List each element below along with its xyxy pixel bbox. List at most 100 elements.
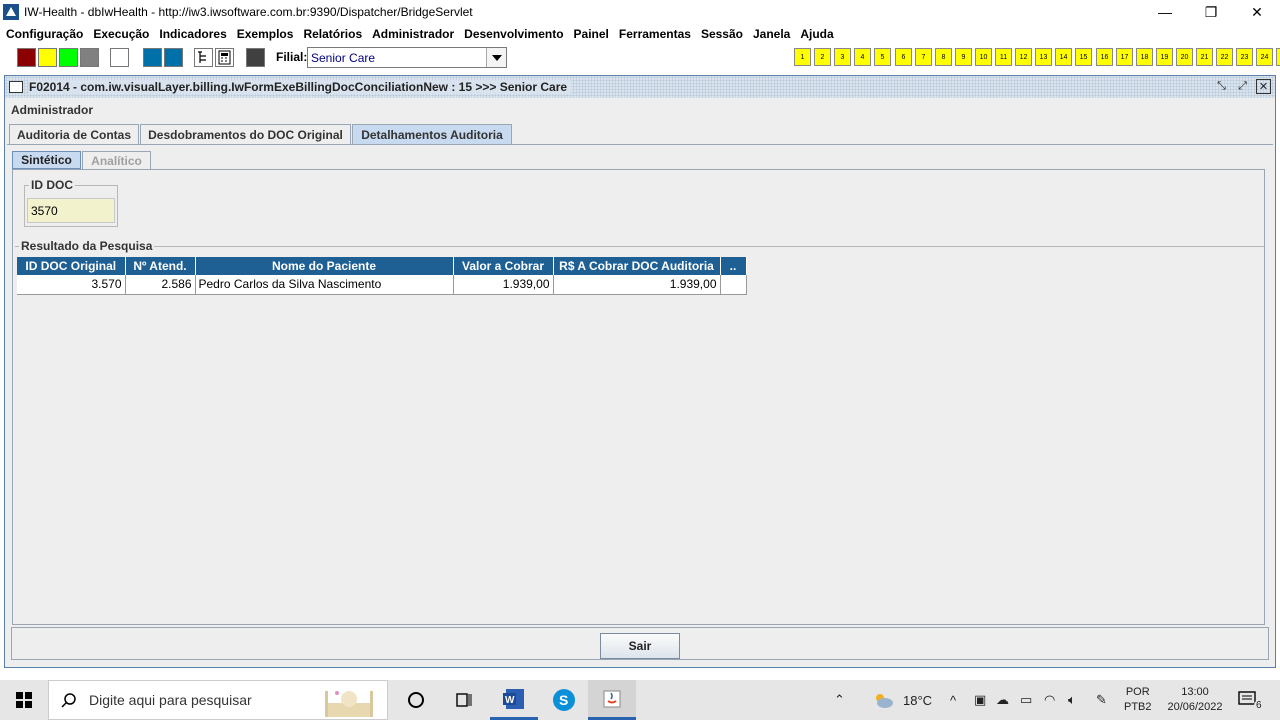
numbered-button-22[interactable]: 22 bbox=[1216, 48, 1233, 66]
numbered-button-15[interactable]: 15 bbox=[1075, 48, 1092, 66]
maximize-icon[interactable]: ⤢ bbox=[1235, 79, 1250, 94]
subtab-sintetico[interactable]: Sintético bbox=[12, 151, 81, 169]
wifi-icon[interactable]: ◠ bbox=[1044, 680, 1055, 720]
tree-icon[interactable] bbox=[194, 48, 213, 67]
svg-text:W: W bbox=[505, 695, 515, 706]
menu-administrador[interactable]: Administrador bbox=[368, 27, 460, 41]
cloud-icon[interactable]: ☁ bbox=[996, 680, 1009, 720]
numbered-button-6[interactable]: 6 bbox=[895, 48, 912, 66]
col-nome-paciente[interactable]: Nome do Paciente bbox=[195, 257, 454, 275]
menu-indicadores[interactable]: Indicadores bbox=[155, 27, 232, 41]
numbered-button-11[interactable]: 11 bbox=[995, 48, 1012, 66]
collapse-icon[interactable]: ⤡ bbox=[1214, 79, 1229, 94]
col-valor-a-cobrar[interactable]: Valor a Cobrar bbox=[453, 257, 554, 275]
menu-relatorios[interactable]: Relatórios bbox=[299, 27, 368, 41]
menu-desenvolvimento[interactable]: Desenvolvimento bbox=[460, 27, 569, 41]
table-row[interactable]: 3.570 2.586 Pedro Carlos da Silva Nascim… bbox=[17, 275, 747, 295]
color-button-yellow[interactable] bbox=[38, 48, 57, 67]
exit-button[interactable]: Sair bbox=[600, 633, 680, 659]
numbered-button-18[interactable]: 18 bbox=[1136, 48, 1153, 66]
numbered-button-4[interactable]: 4 bbox=[854, 48, 871, 66]
cell-more[interactable] bbox=[720, 275, 747, 295]
numbered-button-3[interactable]: 3 bbox=[834, 48, 851, 66]
java-icon[interactable] bbox=[588, 680, 636, 720]
restore-button[interactable]: ❐ bbox=[1188, 0, 1234, 24]
color-button-blue-1[interactable] bbox=[143, 48, 162, 67]
meet-icon[interactable]: ▣ bbox=[974, 680, 986, 720]
numbered-button-10[interactable]: 10 bbox=[975, 48, 992, 66]
taskbar-search[interactable]: Digite aqui para pesquisar bbox=[48, 680, 388, 720]
cell-valor-a-cobrar[interactable]: 1.939,00 bbox=[453, 275, 554, 295]
menu-janela[interactable]: Janela bbox=[749, 27, 796, 41]
frame-close-icon[interactable]: ✕ bbox=[1256, 79, 1271, 94]
close-button[interactable]: ✕ bbox=[1234, 0, 1280, 24]
numbered-button-21[interactable]: 21 bbox=[1196, 48, 1213, 66]
cell-id-doc-original[interactable]: 3.570 bbox=[17, 275, 126, 295]
tab-detalhamentos-auditoria[interactable]: Detalhamentos Auditoria bbox=[352, 124, 512, 145]
tray-chevron-up-icon[interactable]: ^ bbox=[950, 680, 956, 720]
cell-n-atend[interactable]: 2.586 bbox=[125, 275, 196, 295]
numbered-button-9[interactable]: 9 bbox=[955, 48, 972, 66]
cell-nome-paciente[interactable]: Pedro Carlos da Silva Nascimento bbox=[195, 275, 454, 295]
language-indicator[interactable]: POR PTB2 bbox=[1124, 680, 1152, 720]
word-icon[interactable]: W bbox=[490, 680, 538, 720]
subtab-analitico[interactable]: Analítico bbox=[82, 151, 151, 169]
chevron-down-icon[interactable] bbox=[486, 48, 506, 67]
numbered-button-17[interactable]: 17 bbox=[1116, 48, 1133, 66]
numbered-button-14[interactable]: 14 bbox=[1055, 48, 1072, 66]
cell-rs-a-cobrar-auditoria[interactable]: 1.939,00 bbox=[553, 275, 721, 295]
numbered-button-1[interactable]: 1 bbox=[794, 48, 811, 66]
task-view-icon[interactable] bbox=[392, 680, 440, 720]
windows-start-icon[interactable] bbox=[0, 680, 48, 720]
color-button-white[interactable] bbox=[110, 48, 129, 67]
filial-select[interactable]: Senior Care bbox=[307, 47, 507, 68]
tray-overflow-icon[interactable]: ⌃ bbox=[834, 680, 845, 720]
numbered-button-16[interactable]: 16 bbox=[1096, 48, 1113, 66]
col-n-atend[interactable]: Nº Atend. bbox=[125, 257, 196, 275]
volume-icon[interactable]: 🔈︎ bbox=[1068, 680, 1076, 720]
temperature: 18°C bbox=[903, 692, 933, 708]
numbered-button-2[interactable]: 2 bbox=[814, 48, 831, 66]
numbered-button-19[interactable]: 19 bbox=[1156, 48, 1173, 66]
menu-sessao[interactable]: Sessão bbox=[697, 27, 749, 41]
id-doc-field[interactable]: 3570 bbox=[27, 198, 115, 223]
battery-icon[interactable]: ▭ bbox=[1020, 680, 1032, 720]
menu-execucao[interactable]: Execução bbox=[89, 27, 155, 41]
timeline-icon[interactable] bbox=[440, 680, 488, 720]
color-button-darkred[interactable] bbox=[17, 48, 36, 67]
col-rs-a-cobrar-auditoria[interactable]: R$ A Cobrar DOC Auditoria bbox=[553, 257, 721, 275]
numbered-button-5[interactable]: 5 bbox=[874, 48, 891, 66]
color-button-green[interactable] bbox=[59, 48, 78, 67]
numbered-button-12[interactable]: 12 bbox=[1015, 48, 1032, 66]
content-panel: ID DOC 3570 Resultado da Pesquisa ID DOC… bbox=[12, 169, 1265, 625]
numbered-button-25[interactable]: 25 bbox=[1276, 48, 1280, 66]
menu-exemplos[interactable]: Exemplos bbox=[233, 27, 300, 41]
color-button-gray[interactable] bbox=[80, 48, 99, 67]
color-button-dark[interactable] bbox=[246, 48, 265, 67]
tab-auditoria-de-contas[interactable]: Auditoria de Contas bbox=[9, 124, 139, 145]
color-button-blue-2[interactable] bbox=[164, 48, 183, 67]
clock[interactable]: 13:00 20/06/2022 bbox=[1162, 680, 1228, 720]
skype-icon[interactable]: S bbox=[540, 680, 588, 720]
table-header: ID DOC Original Nº Atend. Nome do Pacien… bbox=[17, 257, 747, 275]
menu-bar: Configuração Execução Indicadores Exempl… bbox=[0, 24, 1280, 44]
numbered-button-13[interactable]: 13 bbox=[1035, 48, 1052, 66]
menu-configuracao[interactable]: Configuração bbox=[2, 27, 89, 41]
numbered-button-8[interactable]: 8 bbox=[935, 48, 952, 66]
weather-icon[interactable] bbox=[872, 680, 894, 720]
minimize-button[interactable]: — bbox=[1142, 0, 1188, 24]
numbered-button-23[interactable]: 23 bbox=[1236, 48, 1253, 66]
col-more[interactable]: .. bbox=[720, 257, 747, 275]
numbered-button-20[interactable]: 20 bbox=[1176, 48, 1193, 66]
notification-icon[interactable]: 6 bbox=[1238, 680, 1264, 720]
calculator-icon[interactable] bbox=[215, 48, 234, 67]
pen-icon[interactable]: ✎ bbox=[1096, 680, 1107, 720]
tab-desdobramentos[interactable]: Desdobramentos do DOC Original bbox=[140, 124, 351, 145]
numbered-button-24[interactable]: 24 bbox=[1256, 48, 1273, 66]
numbered-button-7[interactable]: 7 bbox=[915, 48, 932, 66]
menu-ajuda[interactable]: Ajuda bbox=[796, 27, 839, 41]
col-id-doc-original[interactable]: ID DOC Original bbox=[17, 257, 126, 275]
menu-painel[interactable]: Painel bbox=[570, 27, 615, 41]
notification-count: 6 bbox=[1254, 699, 1264, 711]
menu-ferramentas[interactable]: Ferramentas bbox=[615, 27, 697, 41]
